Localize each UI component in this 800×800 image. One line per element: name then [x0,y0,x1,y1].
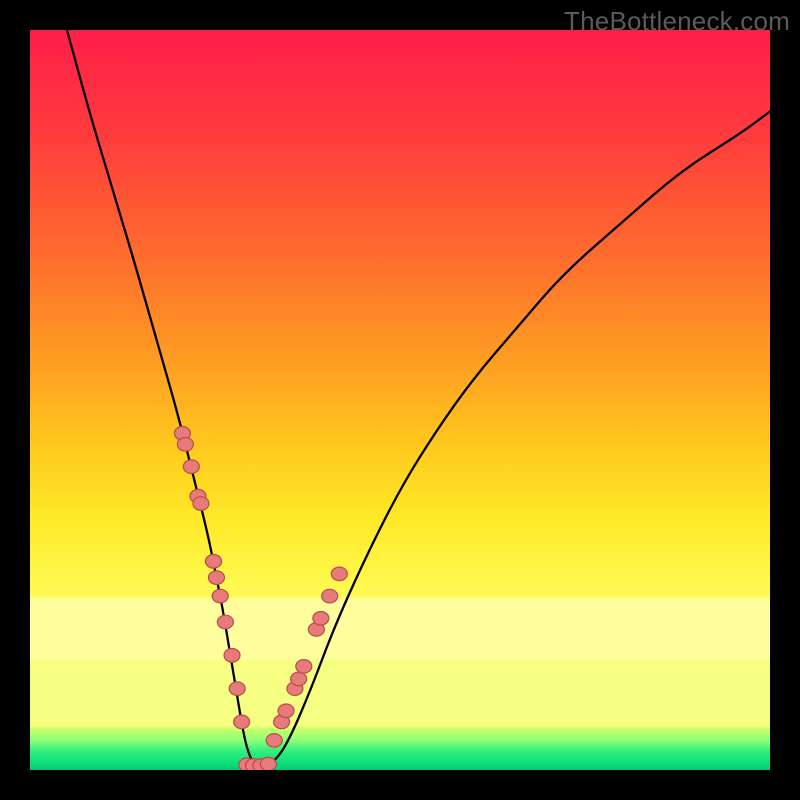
marker-cluster-bottom [239,757,276,770]
curve-marker [224,649,240,663]
curve-marker [296,660,312,674]
chart-frame: TheBottleneck.com [0,0,800,800]
bottleneck-curve-layer [30,30,770,770]
plot-area [30,30,770,770]
curve-marker [260,757,276,770]
marker-cluster-left [174,427,249,729]
curve-marker [322,589,338,603]
curve-marker [234,715,250,729]
curve-marker [212,589,228,603]
watermark-text: TheBottleneck.com [564,6,790,37]
curve-marker [313,612,329,626]
marker-cluster-right [266,567,347,747]
curve-marker [177,438,193,452]
curve-marker [278,704,294,718]
curve-marker [193,497,209,511]
curve-marker [206,555,222,569]
curve-marker [183,460,199,474]
curve-marker [217,615,233,629]
curve-marker [331,567,347,581]
curve-marker [229,682,245,696]
curve-marker [208,571,224,585]
curve-marker [266,734,282,748]
bottleneck-curve [67,30,770,765]
curve-marker [291,672,307,686]
